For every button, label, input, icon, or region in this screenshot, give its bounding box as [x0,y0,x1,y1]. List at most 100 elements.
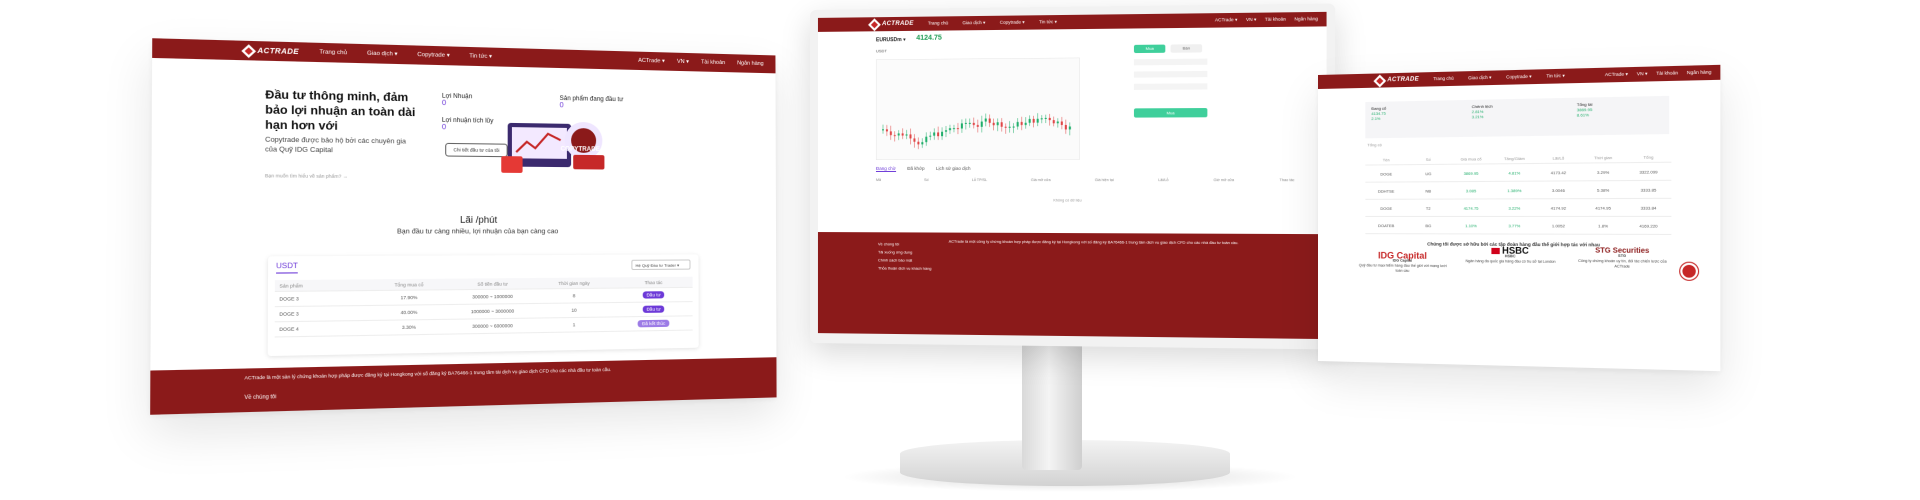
candle [941,131,944,137]
invest-button[interactable]: Đầu tư [642,291,665,299]
cell: 3.77% [1508,222,1521,228]
hsbc-hexagon-icon [1491,247,1500,255]
nav-profile[interactable]: Tài khoản [1656,70,1678,77]
candle [976,125,979,127]
sell-tab[interactable]: Bán [1170,44,1203,53]
nav-trade[interactable]: Giao dịch ▾ [367,51,398,58]
col-product: Sản phẩm [279,282,303,289]
stat-item: Tổng tài 3869.95 8.61% [1577,102,1593,118]
candle [1032,118,1035,123]
footer-about-link[interactable]: Về chúng tôi [244,394,276,401]
left-screen: ACTRADE Trang chủ Giao dịch ▾ Copytrade … [150,38,777,415]
candle [972,122,975,126]
col-action: Thao tác [644,279,663,285]
nav-account-menu[interactable]: ACTrade ▾ [1215,17,1238,23]
copytrade-illustration: COPYTRADE [501,121,605,173]
cell: 3.0046 [1551,187,1565,193]
monitor-stand-neck [1022,330,1082,470]
tab-usdt[interactable]: USDT [276,262,298,274]
order-field[interactable] [1133,70,1208,78]
order-field[interactable] [1133,83,1208,90]
candle [893,135,896,137]
nav-copytrade[interactable]: Copytrade ▾ [1000,20,1025,26]
stat-change: 8.61% [1576,112,1589,118]
nav-copytrade[interactable]: Copytrade ▾ [1506,74,1531,81]
order-field[interactable] [1133,58,1208,66]
candle [1064,124,1067,130]
monitor-footer-text: ACTrade là một công ty chứng khoán hợp p… [948,239,1239,246]
col-pnl: Lãi/Lỗ [1552,154,1565,161]
empty-state: Không có dữ liệu [1053,198,1082,203]
col-total: Tổng [1643,153,1654,160]
cell: 1.8% [1598,222,1609,228]
partner-desc: Công ty chứng khoán uy tín, đối tác chiế… [1578,258,1667,269]
col-open-time: Giờ mở cửa [1213,178,1235,183]
table-row: DOGE UG 3869.95 4.81% 4173.42 3.29% 3322… [1365,162,1672,183]
profit-value: 0 [441,99,447,108]
nav-language[interactable]: VN ▾ [1246,17,1256,23]
cell-name: DOGE 4 [279,326,299,333]
candle [988,118,991,123]
tab-history[interactable]: Lịch sử giao dịch [936,166,971,171]
cell: T2 [1425,205,1431,211]
nav-profile[interactable]: Tài khoản [701,59,725,66]
cell: 4174.95 [1595,204,1611,211]
candle [1008,126,1011,128]
nav-home[interactable]: Trang chủ [319,49,347,56]
stat-change: 2.1% [1371,115,1381,122]
cell: NB [1425,187,1432,194]
candle [885,129,888,132]
brand-logo[interactable]: ACTRADE [241,43,299,58]
monitor-footer: Về chúng tôi Tải xuống ứng dụng Chính sá… [817,232,1327,340]
nav-news[interactable]: Tin tức ▾ [1546,73,1564,80]
cell-total: 17.90% [400,294,418,301]
candle [933,132,936,136]
cell: 3869.95 [1463,170,1479,176]
profit-stat: Lợi Nhuận 0 [442,93,472,107]
col-qty: Số [1425,156,1431,162]
seal-icon [1680,262,1699,280]
candle [1060,121,1063,125]
nav-account-menu[interactable]: ACTrade ▾ [1605,71,1628,78]
nav-home[interactable]: Trang chủ [1433,76,1454,83]
cell-days: 8 [572,293,576,299]
invest-button[interactable]: Đầu tư [642,305,665,313]
buy-tab[interactable]: Mua [1133,44,1166,54]
cell-days: 1 [572,322,576,328]
nav-bank[interactable]: Ngân hàng [1687,69,1712,76]
tab-pending[interactable]: Đang chờ [875,165,896,172]
footer-link-terms[interactable]: Thỏa thuận dịch vụ khách hàng [878,264,931,272]
cell-total: 40.00% [400,309,418,316]
nav-news[interactable]: Tin tức ▾ [1039,19,1057,25]
nav-bank[interactable]: Ngân hàng [737,60,764,67]
order-tabs: Đang chờ Đã khớp Lịch sử giao dịch [875,165,981,172]
tab-filled[interactable]: Đã khớp [907,166,924,171]
nav-profile[interactable]: Tài khoản [1265,16,1286,22]
monitor-screen: ACTRADE Trang chủ Giao dịch ▾ Copytrade … [817,11,1327,340]
symbol-select[interactable]: EURUSDm ▾ [876,37,906,43]
monitor-brand-logo[interactable]: ACTRADE [868,17,914,31]
right-brand-logo[interactable]: ACTRADE [1373,74,1419,87]
nav-account-menu[interactable]: ACTrade ▾ [638,58,665,65]
profit-label: Lợi Nhuận [441,93,473,101]
candlestick-chart[interactable] [875,57,1080,160]
nav-language[interactable]: VN ▾ [677,59,689,65]
partner-desc: Quỹ đầu tư mạo hiểm hàng đầu thế giới vớ… [1358,263,1447,273]
fund-select[interactable]: Hệ Quỹ Đầu tư Trader ▾ [631,259,691,271]
nav-home[interactable]: Trang chủ [928,20,948,26]
submit-order-button[interactable]: Mua [1133,108,1208,118]
nav-trade[interactable]: Giao dịch ▾ [962,20,985,26]
nav-language[interactable]: VN ▾ [1637,71,1648,78]
nav-news[interactable]: Tin tức ▾ [469,53,492,60]
nav-bank[interactable]: Ngân hàng [1294,16,1318,22]
section-subtitle: Bạn đầu tư càng nhiều, lợi nhuận của bạn… [396,228,559,236]
candle [1024,122,1027,125]
product-table: Sản phẩm Tổng mua cổ Số tiền đầu tư Thời… [274,276,693,338]
ended-button[interactable]: Đã kết thúc [637,319,670,328]
nav-copytrade[interactable]: Copytrade ▾ [417,52,449,59]
nav-trade[interactable]: Giao dịch ▾ [1468,75,1491,82]
col-tpsl: Lỗ TP/SL [971,178,988,183]
footer-link-about[interactable]: Về chúng tôi [878,240,931,248]
learn-more-link[interactable]: Bạn muốn tìm hiểu về sản phẩm? → [265,173,348,179]
summary-tab[interactable]: Tổng cộ [1367,142,1381,147]
